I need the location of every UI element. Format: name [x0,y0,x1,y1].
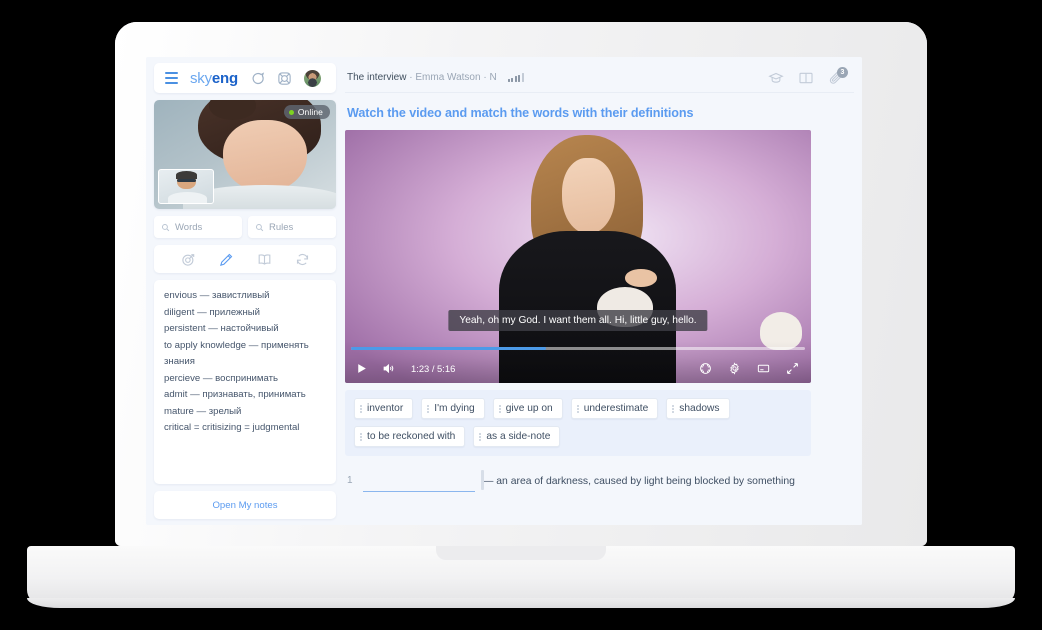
breadcrumb: The interview · Emma Watson · N [347,72,497,83]
pip-body [167,192,207,203]
video-player[interactable]: Yeah, oh my God. I want them all. Hi, li… [345,130,811,383]
exercise-caret [481,470,484,490]
video-controls: 1:23 / 5:16 [345,341,811,383]
app-body: skyeng Online Words Rules envious — зави… [146,57,862,525]
hamburger-icon[interactable] [165,72,178,84]
page-title: Watch the video and match the words with… [347,106,694,120]
settings-gear-icon[interactable] [728,361,741,375]
search-input-rules[interactable]: Rules [248,216,336,238]
search-words-placeholder: Words [175,221,203,233]
brand-bar: skyeng [154,63,336,93]
play-icon[interactable] [355,362,368,375]
word-chip[interactable]: underestimate [570,398,659,419]
list-item: critical = critisizing = judgmental [164,422,300,433]
topbar-actions: 3 [768,66,850,86]
lifebuoy-icon[interactable] [277,71,292,86]
laptop-foot [27,598,1015,608]
search-row: Words Rules [154,216,336,238]
word-chip[interactable]: give up on [492,398,563,419]
exercise-definition: — an area of darkness, caused by light b… [483,476,795,487]
list-item: to apply knowledge — применять знания [164,339,309,368]
target-icon[interactable] [181,252,196,267]
video-right-controls [699,361,801,375]
video-subject-hand [624,269,658,287]
signal-bars-icon [507,73,524,82]
lesson-content: The interview · Emma Watson · N 3 Watch … [336,63,854,525]
graduation-cap-icon[interactable] [768,70,784,86]
user-avatar[interactable] [303,69,321,87]
video-subtitle: Yeah, oh my God. I want them all. Hi, li… [448,310,708,331]
book-icon[interactable] [257,252,272,267]
skyeng-app: skyeng Online Words Rules envious — зави… [146,57,862,525]
video-control-row: 1:23 / 5:16 [345,353,811,383]
video-progress-bar[interactable] [351,347,805,350]
exercise-drop-blank[interactable] [363,470,484,492]
captions-icon[interactable] [757,362,770,375]
paperclip-badge: 3 [837,66,848,78]
notes-list: envious — завистливый diligent — прилежн… [164,288,326,437]
word-chip[interactable]: as a side-note [473,426,561,447]
search-input-words[interactable]: Words [154,216,242,238]
laptop-notch [436,546,606,560]
laptop-frame: skyeng Online Words Rules envious — зави… [0,0,1042,630]
list-item: diligent — прилежный [164,306,261,318]
skyeng-logo[interactable]: skyeng [190,70,238,87]
word-chip[interactable]: I'm dying [421,398,485,419]
notes-footer: Open My notes [154,491,336,519]
word-chip[interactable]: shadows [666,398,730,419]
breadcrumb-title: The interview [347,72,407,83]
lesson-topbar: The interview · Emma Watson · N 3 [345,63,854,93]
word-chip[interactable]: to be reckoned with [354,426,466,447]
word-chip[interactable]: inventor [354,398,414,419]
logo-eng-text: eng [211,69,238,87]
open-my-notes-link[interactable]: Open My notes [212,500,277,511]
video-time-label: 1:23 / 5:16 [411,362,456,374]
volume-icon[interactable] [382,362,395,375]
left-sidebar: skyeng Online Words Rules envious — зави… [154,63,336,525]
status-badge-label: Online [297,107,323,117]
focus-frame-icon[interactable] [699,362,712,375]
list-item: mature — зрелый [164,405,242,417]
webcam-face [223,119,307,192]
laptop-screen: skyeng Online Words Rules envious — зави… [146,57,862,525]
logo-sky-text: sky [190,69,212,87]
video-subject-face [561,157,616,234]
status-badge: Online [283,105,330,119]
word-chip-area: inventor I'm dying give up on underestim… [345,390,811,456]
exercise-item: 1 — an area of darkness, caused by light… [345,456,811,492]
breadcrumb-author: Emma Watson [415,72,481,83]
list-item: persistent — настойчивый [164,323,279,334]
breadcrumb-level: N [489,72,497,83]
list-item: admit — признавать, принимать [164,389,306,400]
paperclip-icon[interactable]: 3 [828,66,848,86]
search-icon [161,223,170,232]
online-dot-icon [288,109,294,115]
pencil-icon[interactable] [219,252,234,267]
notes-card: envious — завистливый diligent — прилежн… [154,280,336,484]
list-item: percieve — воспринимать [164,372,278,384]
search-icon [255,223,264,232]
tool-row [154,245,336,273]
search-rules-placeholder: Rules [269,221,294,233]
video-progress-fill [351,347,547,350]
refresh-icon[interactable] [295,252,310,267]
pip-glasses [176,178,197,182]
list-item: envious — завистливый [164,290,270,301]
exercise-number: 1 [347,475,353,486]
webcam-panel[interactable]: Online [154,100,336,209]
open-book-icon[interactable] [798,70,814,86]
fullscreen-icon[interactable] [786,362,799,375]
pip-self-view[interactable] [158,169,214,204]
chat-bubble-icon[interactable] [250,71,265,86]
